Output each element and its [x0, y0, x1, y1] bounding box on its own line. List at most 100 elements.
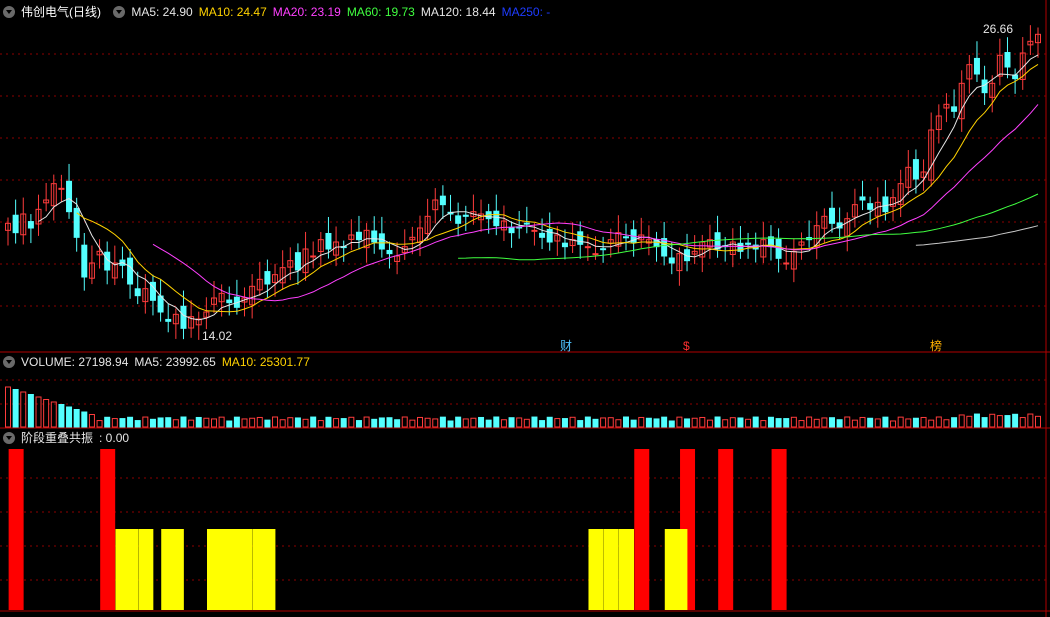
signal-red-bar: [8, 449, 24, 610]
volume-bar: [951, 417, 958, 428]
volume-label: VOLUME: 27198.94: [21, 355, 129, 369]
volume-bar: [447, 420, 454, 428]
volume-bar: [607, 417, 614, 428]
volume-bar: [233, 416, 240, 428]
volume-bar: [5, 386, 11, 428]
volume-bar: [859, 416, 866, 428]
candle-body: [294, 252, 301, 271]
volume-bar: [958, 414, 965, 428]
volume-bar: [554, 418, 561, 428]
volume-bar: [134, 420, 141, 428]
volume-ma10-label: MA10: 25301.77: [221, 355, 310, 369]
candle-body: [58, 187, 65, 190]
volume-bar: [600, 417, 607, 428]
volume-bar: [752, 416, 759, 428]
volume-bar: [462, 418, 469, 428]
volume-bar: [775, 418, 782, 428]
signal-yellow-bar: [603, 529, 619, 610]
ma250-label: MA250: -: [501, 5, 551, 19]
candle-body: [508, 226, 515, 234]
volume-bar: [531, 416, 538, 428]
volume-bar: [882, 416, 889, 428]
volume-bar: [966, 415, 973, 428]
volume-bar: [851, 419, 858, 428]
candle-body: [493, 210, 500, 227]
volume-bar: [96, 420, 103, 428]
candle-body: [561, 242, 568, 248]
signal-yellow-bar: [115, 529, 139, 610]
volume-bar: [508, 417, 515, 428]
volume-bar: [989, 413, 996, 428]
event-tag-finance[interactable]: 财: [560, 340, 572, 353]
candle-body: [66, 180, 73, 213]
volume-bar: [302, 418, 309, 428]
volume-bar: [1019, 417, 1026, 428]
volume-bar: [630, 419, 637, 428]
volume-bar: [661, 416, 668, 428]
volume-bar: [279, 419, 286, 428]
candle-body: [27, 221, 34, 229]
volume-bar: [920, 416, 927, 428]
volume-bar: [249, 417, 256, 428]
candle-body: [386, 249, 393, 255]
volume-bar: [470, 417, 477, 428]
volume-bar: [577, 420, 584, 428]
candle-body: [829, 207, 835, 224]
volume-bar: [798, 420, 805, 428]
candle-body: [600, 248, 607, 251]
volume-bar: [226, 420, 233, 428]
indicator-menu-icon[interactable]: [113, 6, 126, 18]
ma5-line: [38, 54, 1039, 321]
signal-yellow-bar: [138, 529, 154, 610]
candle-body: [531, 229, 538, 232]
candle-body: [134, 288, 141, 297]
volume-menu-icon[interactable]: [3, 356, 15, 368]
volume-bar: [211, 418, 217, 428]
volume-bar: [294, 417, 301, 428]
volume-bar: [439, 416, 446, 428]
volume-bar: [1004, 415, 1011, 428]
volume-bar: [897, 416, 904, 428]
candle-body: [951, 106, 958, 112]
candle-body: [325, 232, 332, 250]
candle-body: [523, 222, 530, 225]
volume-bar: [760, 420, 767, 428]
signal-red-bar: [100, 449, 116, 610]
event-tag-dollar[interactable]: $: [683, 340, 690, 353]
candle-body: [577, 231, 584, 245]
volume-bar: [905, 418, 912, 428]
volume-bar: [401, 416, 408, 428]
volume-bar: [172, 419, 179, 428]
volume-bar: [12, 389, 19, 428]
volume-bar: [493, 416, 500, 428]
volume-bar: [203, 417, 210, 428]
volume-bar: [867, 417, 874, 428]
ma20-label: MA20: 23.19: [272, 5, 341, 19]
candle-body: [882, 196, 889, 213]
volume-bar: [43, 399, 50, 428]
volume-bar: [81, 411, 88, 428]
panel-menu-icon[interactable]: [3, 6, 15, 18]
candle-body: [226, 299, 233, 304]
volume-bar: [432, 418, 439, 428]
candle-body: [127, 257, 134, 285]
candle-body: [973, 57, 980, 75]
candle-body: [12, 214, 19, 234]
signal-menu-icon[interactable]: [3, 432, 15, 444]
volume-bar: [363, 416, 370, 428]
volume-bar: [592, 418, 599, 428]
volume-bar: [66, 406, 73, 428]
volume-bar: [500, 419, 507, 428]
volume-bar: [722, 419, 729, 428]
event-tag-rank[interactable]: 榜: [930, 340, 942, 353]
volume-bar: [50, 401, 57, 428]
volume-bar: [325, 416, 332, 428]
volume-bar: [523, 418, 530, 428]
volume-bar: [27, 394, 34, 428]
volume-bar: [340, 418, 347, 428]
volume-panel-header: VOLUME: 27198.94 MA5: 23992.65 MA10: 25301…: [0, 354, 316, 370]
volume-bar: [1035, 415, 1041, 428]
signal-yellow-bar: [619, 529, 634, 610]
volume-bar: [546, 416, 553, 428]
volume-bar: [256, 416, 263, 428]
